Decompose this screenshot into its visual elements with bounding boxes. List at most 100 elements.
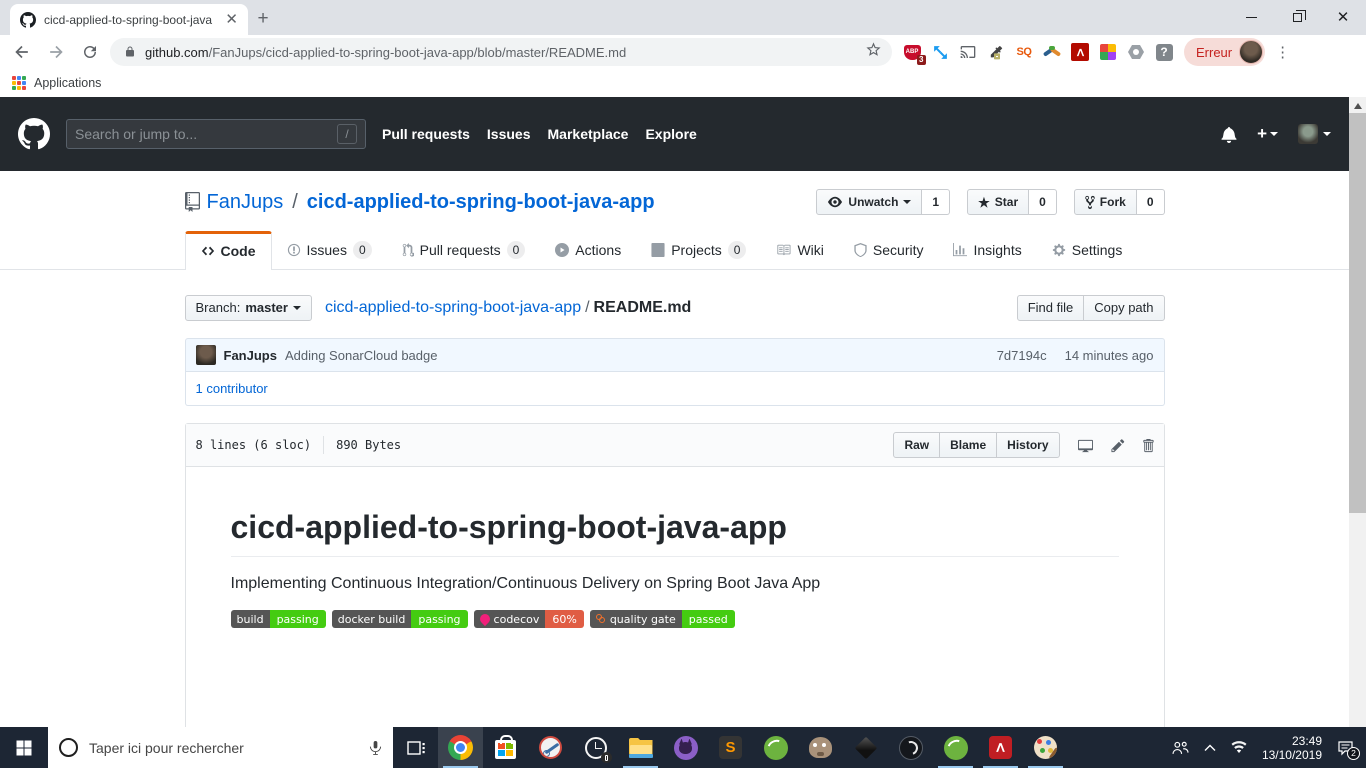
taskbar-search-input[interactable] bbox=[89, 740, 358, 756]
browser-menu-icon[interactable]: ⋮ bbox=[1275, 43, 1290, 61]
bookmark-star-icon[interactable] bbox=[865, 41, 882, 63]
back-icon[interactable] bbox=[8, 38, 36, 66]
taskbar-file-explorer[interactable] bbox=[618, 727, 663, 768]
scrollbar-up-arrow[interactable] bbox=[1354, 103, 1362, 109]
taskbar-inkscape[interactable] bbox=[843, 727, 888, 768]
acrobat-extension-icon[interactable] bbox=[1070, 42, 1090, 62]
find-file-button[interactable]: Find file bbox=[1017, 295, 1085, 321]
raw-button[interactable]: Raw bbox=[893, 432, 940, 458]
taskbar-search[interactable] bbox=[48, 727, 393, 768]
tab-code[interactable]: Code bbox=[185, 231, 272, 270]
taskbar-gimp[interactable] bbox=[798, 727, 843, 768]
taskbar-obs[interactable] bbox=[888, 727, 933, 768]
taskbar-spring-tool[interactable] bbox=[753, 727, 798, 768]
browser-tab[interactable]: cicd-applied-to-spring-boot-java ✕ bbox=[10, 4, 248, 35]
notifications-bell-icon[interactable] bbox=[1221, 126, 1237, 143]
adblock-extension-icon[interactable]: ABP 3 bbox=[902, 42, 922, 62]
lock-icon[interactable] bbox=[124, 45, 136, 59]
branch-selector[interactable]: Branch:master bbox=[185, 295, 312, 321]
tab-issues[interactable]: Issues0 bbox=[272, 231, 387, 269]
window-close-button[interactable]: ✕ bbox=[1320, 0, 1366, 35]
taskbar-snipping-tool[interactable] bbox=[528, 727, 573, 768]
taskbar-sublime-text[interactable]: S bbox=[708, 727, 753, 768]
commit-author-link[interactable]: FanJups bbox=[224, 348, 277, 363]
taskbar-github-desktop[interactable] bbox=[663, 727, 708, 768]
codecov-badge[interactable]: codecov 60% bbox=[474, 610, 584, 628]
tab-actions[interactable]: Actions bbox=[540, 231, 636, 269]
taskbar-clock[interactable]: 23:49 13/10/2019 bbox=[1262, 734, 1322, 762]
window-restore-button[interactable] bbox=[1274, 0, 1320, 35]
repo-owner-link[interactable]: FanJups bbox=[207, 191, 284, 214]
tab-pull-requests[interactable]: Pull requests0 bbox=[387, 231, 541, 269]
page-scrollbar[interactable] bbox=[1349, 97, 1366, 727]
copy-path-button[interactable]: Copy path bbox=[1083, 295, 1164, 321]
taskbar-chrome[interactable] bbox=[438, 727, 483, 768]
action-center-icon[interactable]: 2 bbox=[1337, 740, 1354, 756]
apps-grid-icon[interactable] bbox=[12, 76, 26, 90]
unwatch-button[interactable]: Unwatch bbox=[816, 189, 922, 215]
blame-button[interactable]: Blame bbox=[939, 432, 997, 458]
hidden-icons-chevron[interactable] bbox=[1204, 744, 1216, 752]
tab-security[interactable]: Security bbox=[839, 231, 939, 269]
address-bar[interactable]: github.com/FanJups/cicd-applied-to-sprin… bbox=[110, 38, 892, 66]
nav-pull-requests[interactable]: Pull requests bbox=[382, 126, 470, 142]
start-button[interactable] bbox=[0, 727, 48, 768]
task-view-button[interactable] bbox=[393, 727, 438, 768]
docker-build-badge[interactable]: docker build passing bbox=[332, 610, 468, 628]
fork-count[interactable]: 0 bbox=[1137, 189, 1165, 215]
quality-gate-badge[interactable]: quality gate passed bbox=[590, 610, 735, 628]
commit-message-link[interactable]: Adding SonarCloud badge bbox=[285, 348, 438, 363]
wifi-icon[interactable] bbox=[1231, 741, 1247, 754]
taskbar-alarms-clock[interactable] bbox=[573, 727, 618, 768]
repo-name-link[interactable]: cicd-applied-to-spring-boot-java-app bbox=[307, 191, 655, 214]
build-badge[interactable]: build passing bbox=[231, 610, 326, 628]
nav-explore[interactable]: Explore bbox=[645, 126, 696, 142]
new-tab-button[interactable]: + bbox=[248, 4, 278, 34]
taskbar-acrobat[interactable] bbox=[978, 727, 1023, 768]
github-search-input[interactable] bbox=[75, 126, 331, 142]
tab-settings[interactable]: Settings bbox=[1037, 231, 1138, 269]
sonarqube-extension-icon[interactable]: SQ bbox=[1014, 42, 1034, 62]
create-new-dropdown[interactable]: + bbox=[1257, 124, 1278, 144]
nav-issues[interactable]: Issues bbox=[487, 126, 531, 142]
scrollbar-thumb[interactable] bbox=[1349, 113, 1366, 513]
breadcrumb-repo-link[interactable]: cicd-applied-to-spring-boot-java-app bbox=[325, 299, 581, 316]
star-button[interactable]: ★ Star bbox=[967, 189, 1029, 215]
bookmarks-applications[interactable]: Applications bbox=[34, 76, 101, 90]
reload-icon[interactable] bbox=[76, 38, 104, 66]
tab-wiki[interactable]: Wiki bbox=[761, 231, 838, 269]
tab-insights[interactable]: Insights bbox=[938, 231, 1036, 269]
help-extension-icon[interactable]: ? bbox=[1154, 42, 1174, 62]
taskbar-ms-store[interactable] bbox=[483, 727, 528, 768]
commit-author-avatar[interactable] bbox=[196, 345, 216, 365]
screenshot-extension-icon[interactable] bbox=[930, 42, 950, 62]
user-menu[interactable] bbox=[1298, 124, 1331, 144]
delete-trash-icon[interactable] bbox=[1142, 438, 1154, 453]
tab-projects[interactable]: Projects0 bbox=[636, 231, 761, 269]
microphone-icon[interactable] bbox=[369, 740, 382, 755]
watch-count[interactable]: 1 bbox=[922, 189, 950, 215]
taskbar-spring-running[interactable] bbox=[933, 727, 978, 768]
tab-close-icon[interactable]: ✕ bbox=[223, 10, 240, 29]
github-logo-icon[interactable] bbox=[18, 118, 50, 150]
nav-marketplace[interactable]: Marketplace bbox=[548, 126, 629, 142]
hexagon-extension-icon[interactable] bbox=[1126, 42, 1146, 62]
cast-extension-icon[interactable] bbox=[958, 42, 978, 62]
github-search-box[interactable]: / bbox=[66, 119, 366, 149]
people-icon[interactable] bbox=[1172, 741, 1189, 755]
forward-icon[interactable] bbox=[42, 38, 70, 66]
edit-pencil-icon[interactable] bbox=[1111, 438, 1125, 453]
colors-extension-icon[interactable] bbox=[1098, 42, 1118, 62]
star-group: ★ Star 0 bbox=[967, 189, 1057, 215]
commit-sha-link[interactable]: 7d7194c bbox=[997, 348, 1047, 363]
fork-button[interactable]: Fork bbox=[1074, 189, 1137, 215]
browser-profile-button[interactable]: Erreur bbox=[1184, 38, 1265, 66]
colorpicker-extension-icon[interactable] bbox=[986, 42, 1006, 62]
taskbar-paint[interactable] bbox=[1023, 727, 1068, 768]
history-button[interactable]: History bbox=[996, 432, 1059, 458]
window-minimize-button[interactable] bbox=[1228, 0, 1274, 35]
open-desktop-icon[interactable] bbox=[1077, 438, 1094, 453]
star-count[interactable]: 0 bbox=[1029, 189, 1057, 215]
contributors-link[interactable]: 1 contributor bbox=[196, 381, 268, 396]
boomerang-extension-icon[interactable] bbox=[1042, 42, 1062, 62]
